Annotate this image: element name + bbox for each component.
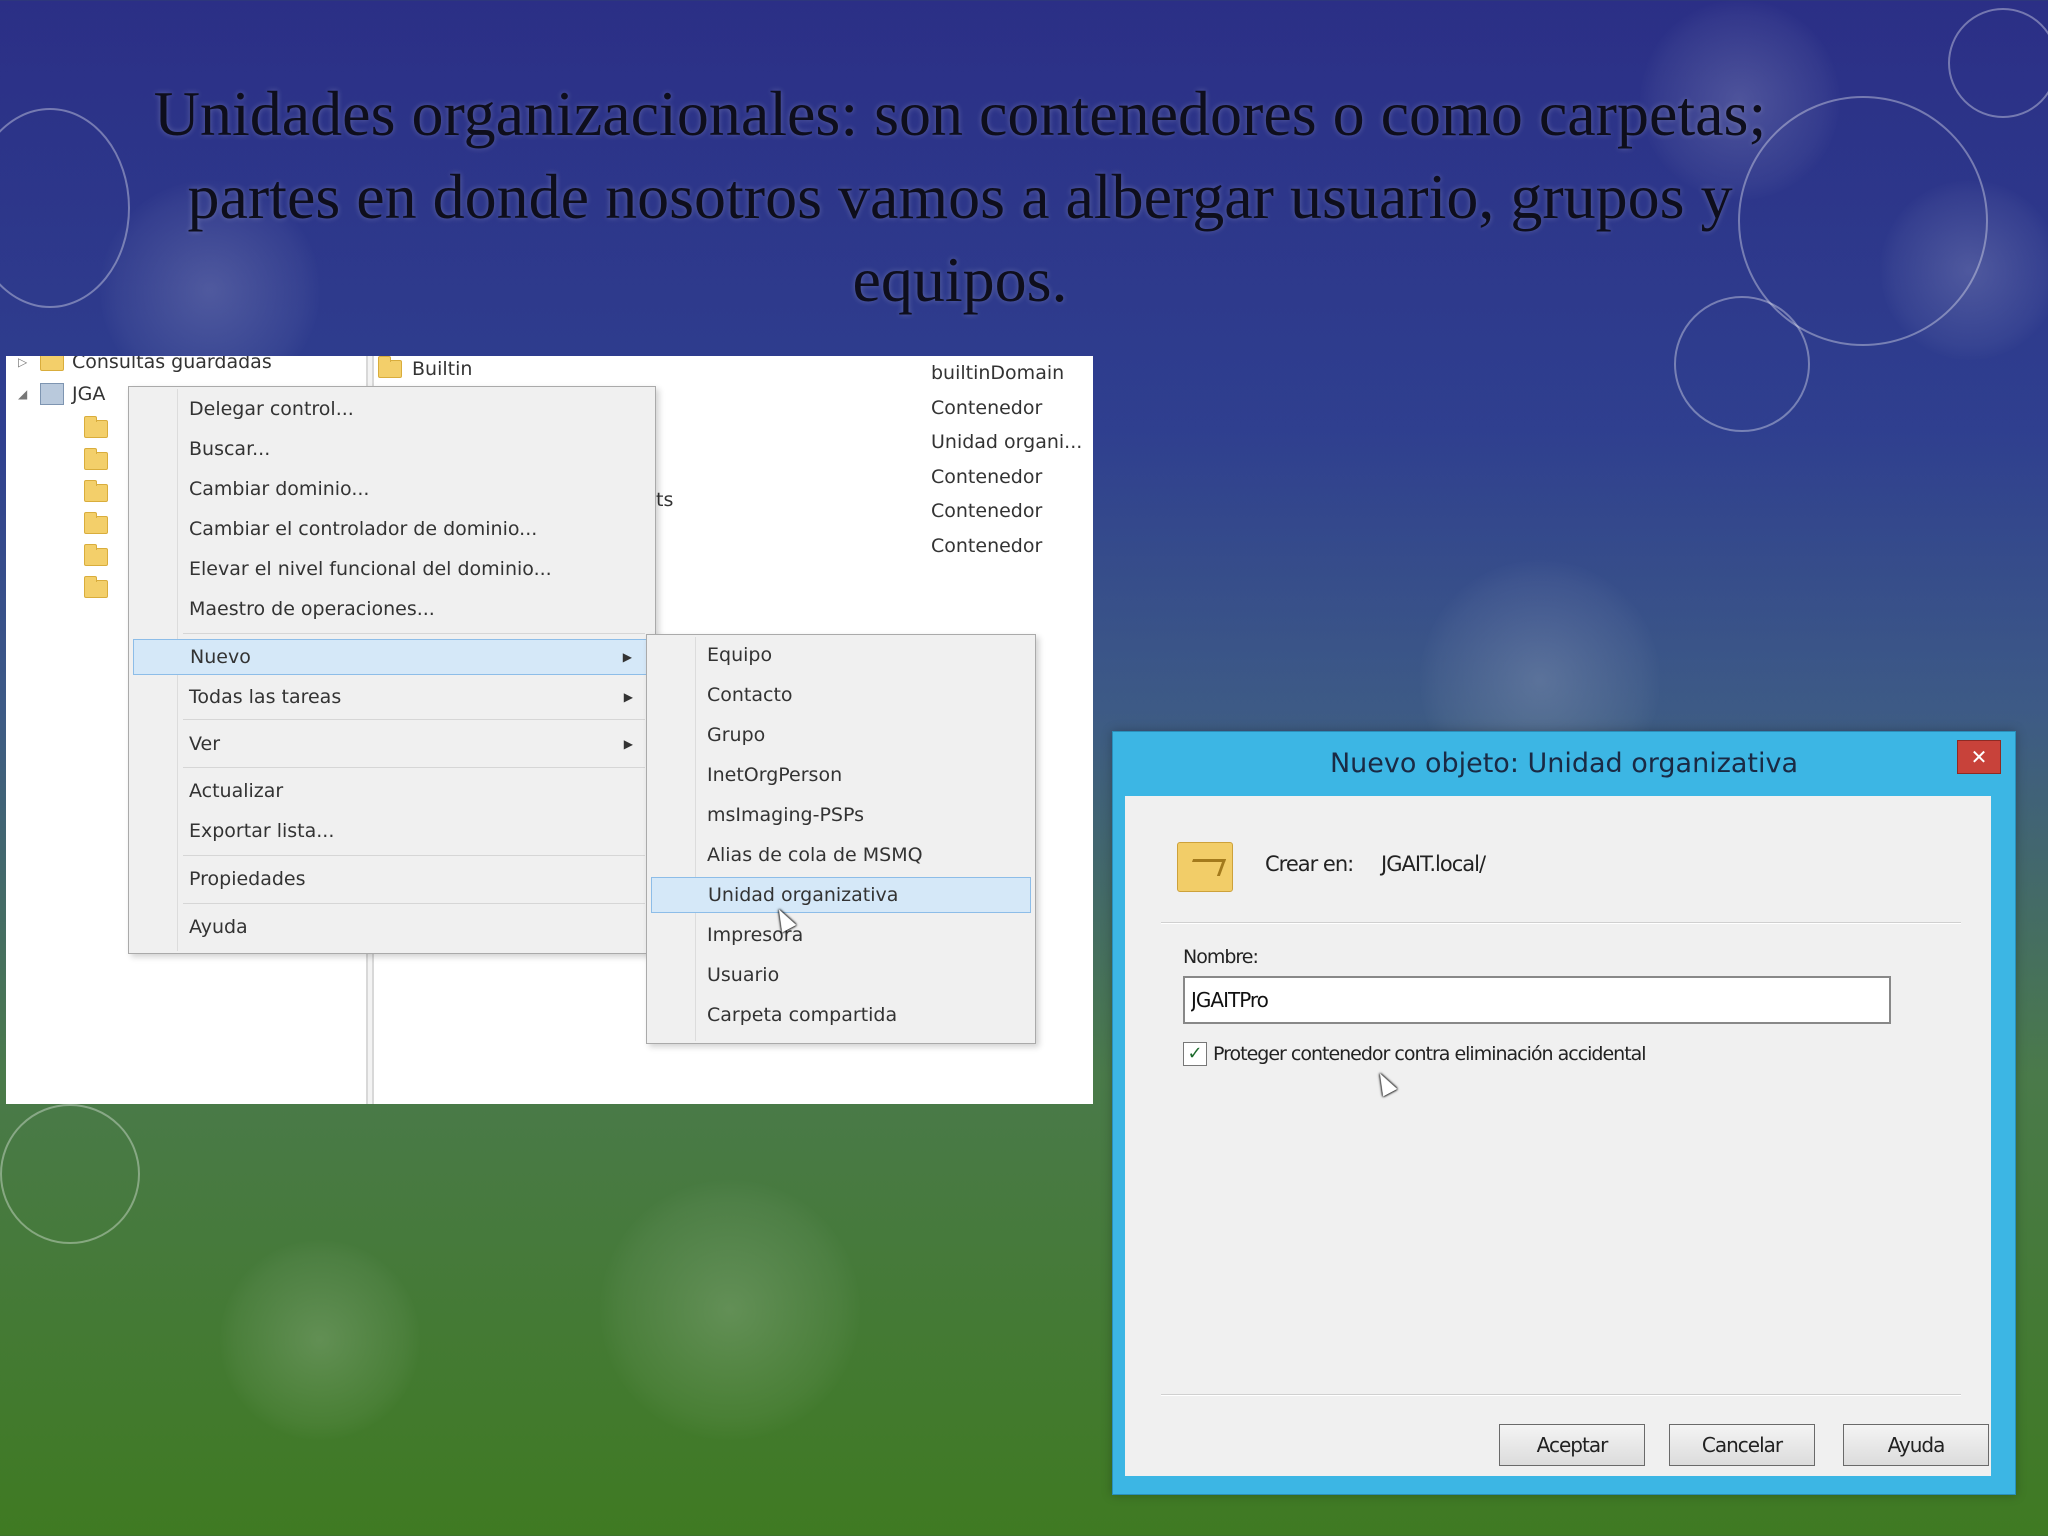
protect-checkbox[interactable]: ✓	[1183, 1042, 1207, 1066]
aduc-screenshot: ▷ Consultas guardadas ◢ JGA Builtin ts b…	[6, 356, 1093, 1104]
protect-label: Proteger contenedor contra eliminación a…	[1213, 1043, 1647, 1065]
submenu-arrow-icon: ▶	[622, 650, 632, 664]
menu-item-label: Ver	[189, 733, 221, 755]
type-cell: Contenedor	[931, 534, 1043, 557]
name-input[interactable]	[1183, 976, 1891, 1024]
menu-item-label: Nuevo	[190, 646, 251, 668]
decorative-bubble	[220, 1240, 420, 1440]
menu-item-exportar-lista[interactable]: Exportar lista...	[133, 813, 647, 849]
type-cell: Contenedor	[931, 396, 1043, 419]
type-cell: builtinDomain	[931, 362, 1065, 384]
dialog-title: Nuevo objeto: Unidad organizativa	[1329, 748, 1799, 779]
menu-item-ver[interactable]: Ver ▶	[133, 726, 647, 762]
list-item-builtin[interactable]: Builtin	[378, 356, 472, 382]
folder-icon	[378, 356, 402, 378]
type-cell: Unidad organi...	[931, 431, 1083, 453]
menu-item-grupo[interactable]: Grupo	[651, 717, 1031, 753]
folder-icon[interactable]	[84, 480, 108, 502]
submenu-nuevo: Equipo Contacto Grupo InetOrgPerson msIm…	[646, 634, 1036, 1044]
menu-item-delegar-control[interactable]: Delegar control...	[133, 391, 647, 427]
menu-separator	[183, 767, 645, 768]
folder-icon	[40, 356, 64, 371]
menu-item-label: Todas las tareas	[189, 686, 342, 708]
list-item-label-fragment: ts	[656, 489, 674, 511]
expand-arrow-icon[interactable]: ▷	[18, 356, 32, 369]
menu-item-carpeta-compartida[interactable]: Carpeta compartida	[651, 997, 1031, 1033]
menu-item-cambiar-controlador[interactable]: Cambiar el controlador de dominio...	[133, 511, 647, 547]
decorative-bubble	[1880, 180, 2048, 360]
dialog-body: Crear en: JGAIT.local/ Nombre: ✓ Protege…	[1125, 796, 1991, 1476]
folder-icon[interactable]	[84, 576, 108, 598]
close-button[interactable]: ✕	[1957, 740, 2001, 774]
menu-item-cambiar-dominio[interactable]: Cambiar dominio...	[133, 471, 647, 507]
decorative-circle	[1948, 8, 2048, 118]
decorative-circle	[0, 1104, 140, 1244]
folder-icon[interactable]	[84, 512, 108, 534]
menu-item-elevar-nivel[interactable]: Elevar el nivel funcional del dominio...	[133, 551, 647, 587]
tree-item-saved-queries[interactable]: ▷ Consultas guardadas	[18, 356, 272, 376]
menu-item-equipo[interactable]: Equipo	[651, 637, 1031, 673]
menu-item-unidad-organizativa[interactable]: Unidad organizativa	[651, 877, 1031, 913]
menu-separator	[183, 633, 645, 634]
domain-icon	[40, 383, 64, 405]
type-column: builtinDomain Contenedor Unidad organi..…	[931, 356, 1082, 563]
slide-title-line: partes en donde nosotros vamos a alberga…	[187, 161, 1733, 232]
submenu-arrow-icon: ▶	[623, 737, 633, 751]
decorative-bubble	[600, 1180, 860, 1440]
name-label: Nombre:	[1183, 946, 1259, 968]
folder-icon[interactable]	[84, 448, 108, 470]
mouse-cursor-icon	[1372, 1069, 1398, 1097]
new-ou-dialog: Nuevo objeto: Unidad organizativa ✕ Crea…	[1112, 731, 2016, 1495]
divider	[1161, 1394, 1961, 1396]
type-cell: Contenedor	[931, 500, 1043, 522]
submenu-arrow-icon: ▶	[623, 690, 633, 704]
ok-button[interactable]: Aceptar	[1499, 1424, 1645, 1466]
tree-item-label: Consultas guardadas	[72, 356, 272, 373]
slide-title-line: equipos.	[852, 244, 1068, 315]
create-in-label: Crear en:	[1265, 852, 1354, 876]
menu-item-propiedades[interactable]: Propiedades	[133, 861, 647, 897]
menu-item-ayuda[interactable]: Ayuda	[133, 909, 647, 945]
slide-title-line: Unidades organizacionales: son contenedo…	[153, 78, 1767, 149]
menu-item-todas-las-tareas[interactable]: Todas las tareas ▶	[133, 679, 647, 715]
type-cell: Contenedor	[931, 465, 1043, 488]
menu-item-contacto[interactable]: Contacto	[651, 677, 1031, 713]
menu-item-maestro-operaciones[interactable]: Maestro de operaciones...	[133, 591, 647, 627]
menu-item-buscar[interactable]: Buscar...	[133, 431, 647, 467]
tree-item-domain[interactable]: ◢ JGA	[18, 380, 105, 408]
menu-item-alias-cola-msmq[interactable]: Alias de cola de MSMQ	[651, 837, 1031, 873]
menu-separator	[183, 855, 645, 856]
tree-item-label: JGA	[72, 383, 106, 405]
cancel-button[interactable]: Cancelar	[1669, 1424, 1815, 1466]
menu-item-inetorgperson[interactable]: InetOrgPerson	[651, 757, 1031, 793]
folder-icon[interactable]	[84, 416, 108, 438]
menu-item-nuevo[interactable]: Nuevo ▶	[133, 639, 647, 675]
context-menu: Delegar control... Buscar... Cambiar dom…	[128, 386, 656, 954]
divider	[1161, 922, 1961, 924]
collapse-arrow-icon[interactable]: ◢	[18, 387, 32, 401]
menu-item-msimaging-psps[interactable]: msImaging-PSPs	[651, 797, 1031, 833]
menu-item-actualizar[interactable]: Actualizar	[133, 773, 647, 809]
protect-option[interactable]: ✓ Proteger contenedor contra eliminación…	[1183, 1042, 1647, 1066]
create-in-path: JGAIT.local/	[1381, 852, 1486, 876]
organizational-unit-icon	[1177, 842, 1233, 892]
menu-item-usuario[interactable]: Usuario	[651, 957, 1031, 993]
list-item-label: Builtin	[412, 358, 473, 380]
menu-separator	[183, 719, 645, 720]
help-button[interactable]: Ayuda	[1843, 1424, 1989, 1466]
menu-item-impresora[interactable]: Impresora	[651, 917, 1031, 953]
menu-separator	[183, 903, 645, 904]
slide-title: Unidades organizacionales: son contenedo…	[60, 72, 1860, 321]
folder-icon[interactable]	[84, 544, 108, 566]
